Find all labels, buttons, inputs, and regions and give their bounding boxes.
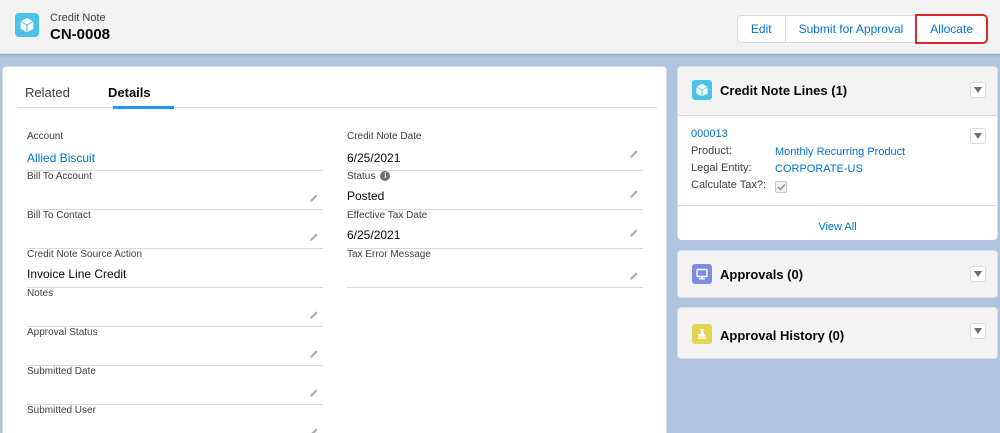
status-label-text: Status xyxy=(347,171,376,182)
field-account: Account Allied Biscuit xyxy=(27,131,323,171)
pencil-icon[interactable] xyxy=(629,271,639,281)
record-tabs: Related Details xyxy=(17,83,657,109)
field-label: Tax Error Message xyxy=(347,249,431,260)
pencil-icon[interactable] xyxy=(309,388,319,398)
chevron-down-icon xyxy=(974,87,982,93)
field-label: Account xyxy=(27,131,64,142)
pencil-icon[interactable] xyxy=(629,228,639,238)
legal-entity-link[interactable]: CORPORATE-US xyxy=(775,163,863,175)
field-credit-note-source-action: Credit Note Source Action Invoice Line C… xyxy=(27,249,323,288)
cube-icon xyxy=(692,80,712,100)
field-label: Effective Tax Date xyxy=(347,210,428,221)
field-value: Invoice Line Credit xyxy=(27,267,127,281)
info-icon[interactable]: i xyxy=(380,171,391,182)
calculate-tax-checkbox xyxy=(775,181,787,193)
header-button-group: Edit Submit for Approval Allocate xyxy=(736,14,988,44)
field-value: 6/25/2021 xyxy=(347,228,401,242)
credit-note-line-link[interactable]: 000013 xyxy=(691,128,728,140)
checkmark-icon xyxy=(776,183,786,191)
chevron-down-icon xyxy=(974,133,982,139)
account-link[interactable]: Allied Biscuit xyxy=(27,151,95,165)
approval-history-card: Approval History (0) xyxy=(677,307,998,359)
field-bill-to-contact: Bill To Contact xyxy=(27,210,323,249)
chevron-down-icon xyxy=(974,328,982,334)
object-type-label: Credit Note xyxy=(50,12,106,24)
field-label: Notes xyxy=(27,288,54,299)
field-submitted-user: Submitted User xyxy=(27,405,323,433)
pencil-icon[interactable] xyxy=(309,232,319,242)
approvals-card: Approvals (0) xyxy=(677,250,998,298)
pencil-icon[interactable] xyxy=(629,189,639,199)
approval-history-title: Approval History (0) xyxy=(720,328,845,343)
field-bill-to-account: Bill To Account xyxy=(27,171,323,210)
field-label: Status i xyxy=(347,171,391,182)
calculate-tax-label: Calculate Tax?: xyxy=(691,179,767,191)
field-label: Submitted Date xyxy=(27,366,96,377)
submit-for-approval-button[interactable]: Submit for Approval xyxy=(784,15,918,43)
cube-icon xyxy=(15,13,39,37)
field-submitted-date: Submitted Date xyxy=(27,366,323,405)
approvals-title: Approvals (0) xyxy=(720,267,804,282)
field-label: Credit Note Source Action xyxy=(27,249,143,260)
card-menu-button[interactable] xyxy=(970,266,986,282)
field-credit-note-date: Credit Note Date 6/25/2021 xyxy=(347,131,643,171)
record-header: Credit Note CN-0008 Edit Submit for Appr… xyxy=(0,0,1000,54)
field-effective-tax-date: Effective Tax Date 6/25/2021 xyxy=(347,210,643,249)
field-status: Status i Posted xyxy=(347,171,643,210)
edit-button[interactable]: Edit xyxy=(736,15,786,43)
credit-note-lines-title: Credit Note Lines (1) xyxy=(720,83,848,98)
field-label: Bill To Contact xyxy=(27,210,91,221)
legal-entity-label: Legal Entity: xyxy=(691,162,752,174)
pencil-icon[interactable] xyxy=(629,149,639,159)
field-approval-status: Approval Status xyxy=(27,327,323,366)
card-footer: View All xyxy=(678,205,997,241)
field-label: Submitted User xyxy=(27,405,96,416)
field-label: Bill To Account xyxy=(27,171,92,182)
pencil-icon[interactable] xyxy=(309,193,319,203)
allocate-button[interactable]: Allocate xyxy=(915,14,988,44)
credit-note-lines-body: 000013 Product: Monthly Recurring Produc… xyxy=(678,115,997,240)
field-label: Credit Note Date xyxy=(347,131,422,142)
row-menu-button[interactable] xyxy=(970,128,986,144)
tab-details[interactable]: Details xyxy=(108,85,151,100)
record-title: CN-0008 xyxy=(50,26,111,43)
chevron-down-icon xyxy=(974,271,982,277)
tab-related[interactable]: Related xyxy=(25,85,70,100)
field-value: Posted xyxy=(347,189,385,203)
field-value: 6/25/2021 xyxy=(347,151,401,165)
field-label: Approval Status xyxy=(27,327,98,338)
view-all-link[interactable]: View All xyxy=(818,221,856,233)
pencil-icon[interactable] xyxy=(309,349,319,359)
pencil-icon[interactable] xyxy=(309,427,319,433)
product-link[interactable]: Monthly Recurring Product xyxy=(775,146,905,158)
active-tab-indicator xyxy=(113,106,174,109)
product-label: Product: xyxy=(691,145,732,157)
card-menu-button[interactable] xyxy=(970,82,986,98)
card-menu-button[interactable] xyxy=(970,323,986,339)
field-notes: Notes xyxy=(27,288,323,327)
pencil-icon[interactable] xyxy=(309,310,319,320)
details-card: Related Details Account Allied Biscuit B… xyxy=(2,66,667,433)
stamp-icon xyxy=(692,324,712,344)
approval-icon xyxy=(692,264,712,284)
credit-note-lines-card: Credit Note Lines (1) 000013 Product: Mo… xyxy=(677,66,998,240)
field-tax-error-message: Tax Error Message xyxy=(347,249,643,288)
